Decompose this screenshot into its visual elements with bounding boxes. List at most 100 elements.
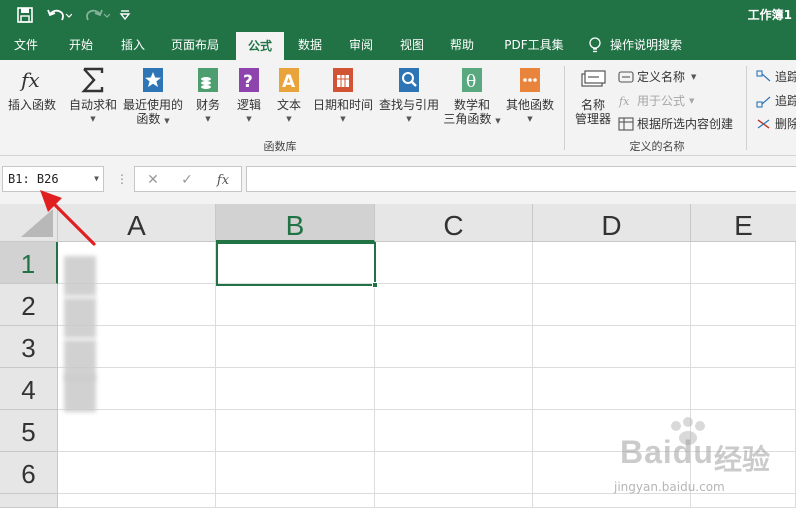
sigma-icon (79, 66, 107, 94)
formula-input[interactable] (246, 166, 796, 192)
title-bar: 工作簿1 (0, 0, 796, 30)
name-manager-button[interactable]: 名称 管理器 (570, 66, 616, 126)
calendar-book-icon (329, 66, 357, 94)
insert-function-button[interactable]: fx 插入函数 (4, 66, 60, 112)
row-header-3[interactable]: 3 (0, 326, 58, 368)
tab-view[interactable]: 视图 (390, 30, 434, 60)
tab-file[interactable]: 文件 (4, 30, 48, 60)
row-header-4[interactable]: 4 (0, 368, 58, 410)
row-header-2[interactable]: 2 (0, 284, 58, 326)
use-in-formula-button[interactable]: fx 用于公式 ▼ (618, 92, 694, 109)
grid-cell[interactable] (375, 452, 533, 494)
chevron-down-icon: ▼ (340, 115, 346, 123)
tab-review[interactable]: 审阅 (338, 30, 384, 60)
formula-buttons: ✕ ✓ fx (134, 166, 242, 192)
undo-icon[interactable] (44, 4, 74, 26)
formula-bar-grip-icon[interactable]: ⋮ (116, 172, 128, 186)
grid-cell[interactable] (375, 326, 533, 368)
grid-cell[interactable] (58, 452, 216, 494)
workbook-title: 工作簿1 (747, 8, 792, 22)
create-from-selection-icon (618, 116, 634, 131)
blurred-content (64, 376, 96, 412)
math-trig-button[interactable]: θ 数学和 三角函数 ▼ (442, 66, 502, 128)
tab-home[interactable]: 开始 (58, 30, 104, 60)
watermark-url: jingyan.baidu.com (614, 480, 725, 494)
chevron-down-icon: ▼ (90, 115, 96, 123)
insert-function-icon[interactable]: fx (213, 170, 233, 190)
customize-quick-access-icon[interactable] (116, 4, 134, 26)
svg-text:fx: fx (19, 68, 40, 92)
fx-small-icon: fx (618, 94, 634, 108)
row-header-6[interactable]: 6 (0, 452, 58, 494)
trace-precedents-button[interactable]: 追踪 (756, 68, 796, 85)
grid-cell[interactable] (216, 410, 375, 452)
grid-cell[interactable] (533, 326, 691, 368)
grid-cell[interactable] (691, 326, 796, 368)
trace-dependents-button[interactable]: 追踪 (756, 92, 796, 109)
create-from-selection-button[interactable]: 根据所选内容创建 (618, 115, 733, 132)
grid-cell[interactable] (216, 452, 375, 494)
chevron-down-icon: ▼ (205, 115, 211, 123)
logical-button[interactable]: ? 逻辑 ▼ (230, 66, 268, 126)
grid-cell[interactable] (533, 368, 691, 410)
more-functions-button[interactable]: 其他函数 ▼ (502, 66, 558, 126)
autosum-button[interactable]: 自动求和 ▼ (66, 66, 120, 126)
grid-cell[interactable] (216, 368, 375, 410)
grid-cell[interactable] (375, 284, 533, 326)
financial-button[interactable]: 财务 ▼ (188, 66, 228, 126)
grid-cell[interactable] (691, 284, 796, 326)
remove-arrows-button[interactable]: 删除 (756, 115, 796, 132)
grid-cell[interactable] (375, 368, 533, 410)
active-cell-b1[interactable] (216, 242, 378, 288)
grid-cell[interactable] (691, 242, 796, 284)
blurred-content (64, 298, 96, 338)
question-book-icon: ? (235, 66, 263, 94)
grid-cell[interactable] (58, 494, 216, 508)
column-header-d[interactable]: D (533, 204, 691, 242)
fill-handle[interactable] (372, 282, 378, 288)
text-button[interactable]: A 文本 ▼ (270, 66, 308, 126)
grid-cell[interactable] (216, 284, 375, 326)
tab-pdf-tools[interactable]: PDF工具集 (494, 30, 574, 60)
recently-used-button[interactable]: 最近使用的 函数 ▼ (122, 66, 184, 128)
row-header-5[interactable]: 5 (0, 410, 58, 452)
cancel-icon[interactable]: ✕ (143, 170, 163, 190)
date-time-button[interactable]: 日期和时间 ▼ (310, 66, 376, 126)
tab-page-layout[interactable]: 页面布局 (162, 30, 228, 60)
define-name-button[interactable]: 定义名称 ▼ (618, 68, 696, 85)
trace-precedents-icon (756, 69, 772, 84)
chevron-down-icon: ▼ (689, 96, 695, 105)
grid-cell[interactable] (58, 410, 216, 452)
grid-cell[interactable] (375, 494, 533, 508)
trace-dependents-icon (756, 94, 772, 108)
formula-bar: B1: B26 ▼ ⋮ ✕ ✓ fx (0, 156, 796, 204)
column-header-b[interactable]: B (216, 204, 375, 242)
ribbon: fx 插入函数 自动求和 ▼ 最近使用的 函数 ▼ 财务 ▼ ? 逻辑 ▼ A (0, 60, 796, 156)
enter-check-icon[interactable]: ✓ (177, 170, 197, 190)
name-manager-icon (579, 66, 607, 94)
name-box-value: B1: B26 (8, 172, 59, 186)
tell-me-search[interactable]: 操作说明搜索 (610, 30, 706, 60)
grid-cell[interactable] (216, 494, 375, 508)
tab-formulas[interactable]: 公式 (236, 32, 284, 60)
group-separator (564, 66, 565, 150)
tab-help[interactable]: 帮助 (440, 30, 484, 60)
chevron-down-icon: ▼ (527, 115, 533, 123)
grid-cell[interactable] (375, 410, 533, 452)
grid-cell[interactable] (375, 242, 533, 284)
text-book-icon: A (275, 66, 303, 94)
grid-cell[interactable] (216, 326, 375, 368)
column-header-c[interactable]: C (375, 204, 533, 242)
grid-cell[interactable] (533, 242, 691, 284)
tab-insert[interactable]: 插入 (110, 30, 156, 60)
chevron-down-icon: ▼ (246, 115, 252, 123)
lookup-reference-button[interactable]: 查找与引用 ▼ (378, 66, 440, 126)
row-header-7[interactable] (0, 494, 58, 508)
tab-data[interactable]: 数据 (288, 30, 332, 60)
grid-cell[interactable] (533, 284, 691, 326)
grid-cell[interactable] (691, 368, 796, 410)
save-icon[interactable] (14, 4, 36, 26)
column-header-e[interactable]: E (691, 204, 796, 242)
redo-icon[interactable] (82, 4, 112, 26)
remove-arrows-icon (756, 117, 772, 131)
